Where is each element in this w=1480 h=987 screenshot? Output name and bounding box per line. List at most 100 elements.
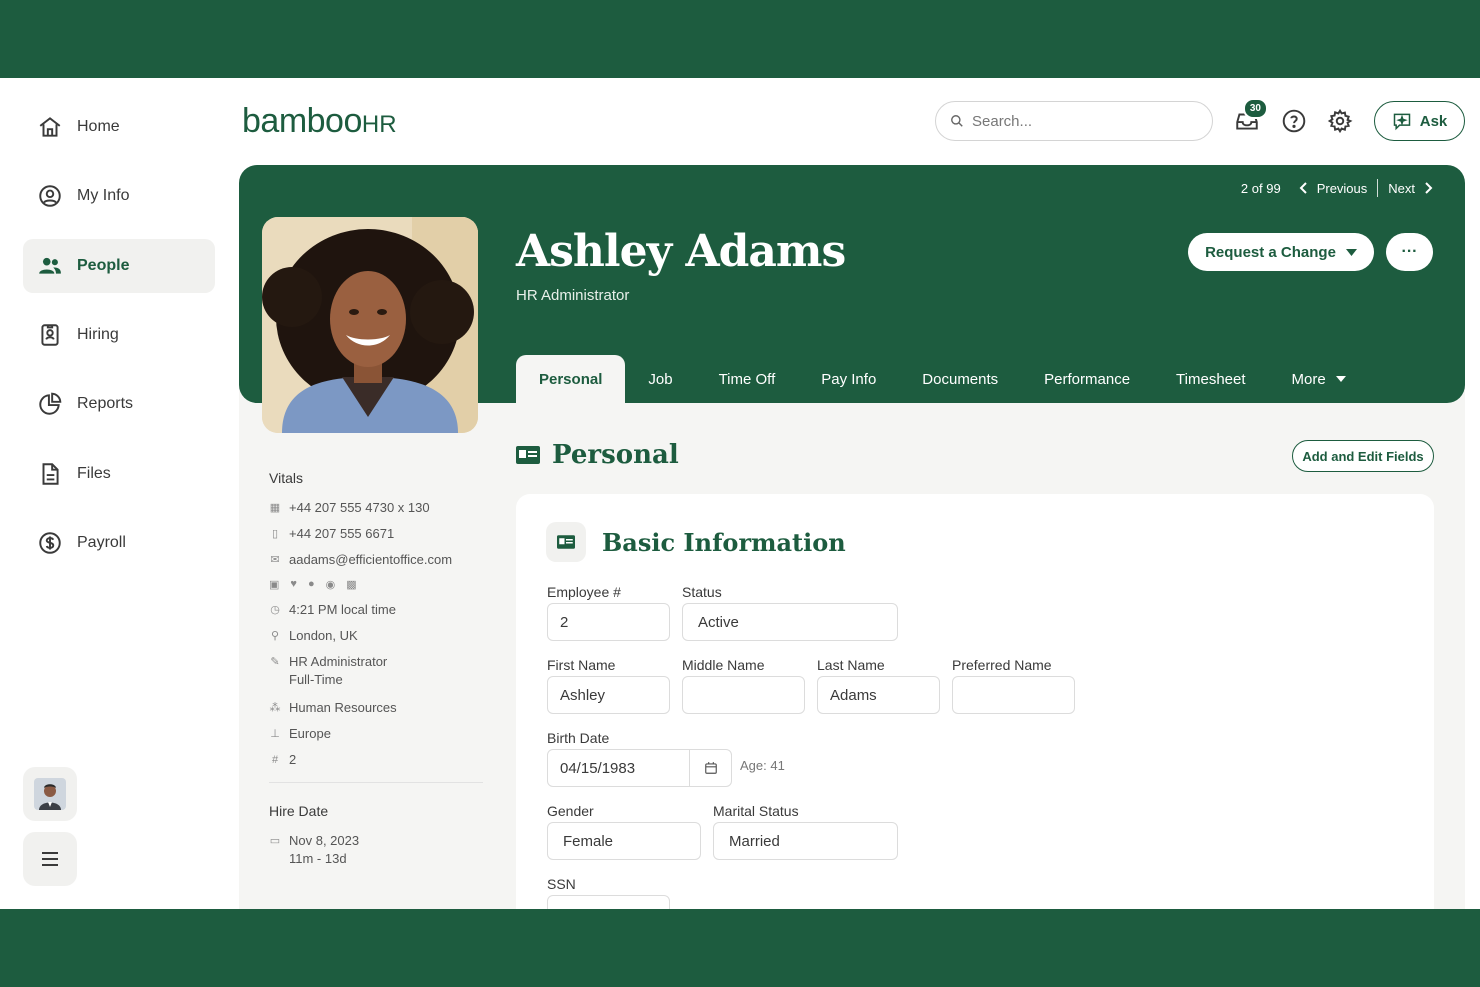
first-name-input[interactable]: Ashley: [547, 676, 670, 714]
tab-personal[interactable]: Personal: [516, 355, 626, 403]
user-avatar-button[interactable]: [23, 767, 77, 821]
next-label: Next: [1388, 180, 1415, 196]
id-card-icon: [546, 522, 586, 562]
gender-select[interactable]: Female: [547, 822, 701, 860]
hamburger-icon: [42, 852, 58, 866]
preferred-name-input[interactable]: [952, 676, 1075, 714]
next-button[interactable]: Next: [1388, 181, 1433, 196]
sidebar-item-label: Home: [77, 118, 120, 135]
hire-info: Nov 8, 2023 11m - 13d: [289, 833, 359, 869]
vitals-panel: Vitals ▦ +44 207 555 4730 x 130 ▯ +44 207 …: [269, 470, 483, 879]
request-change-button[interactable]: Request a Change: [1188, 233, 1374, 271]
sidebar-item-label: My Info: [77, 187, 130, 204]
sidebar-item-files[interactable]: Files: [23, 447, 215, 501]
people-icon: [39, 257, 61, 274]
add-edit-fields-button[interactable]: Add and Edit Fields: [1292, 440, 1434, 472]
employee-number-input[interactable]: 2: [547, 603, 670, 641]
field-label: Middle Name: [682, 657, 765, 673]
hamburger-menu-button[interactable]: [23, 832, 77, 886]
building-icon: ▦: [269, 502, 281, 514]
ellipsis-icon: ···: [1401, 243, 1418, 260]
personal-title: Personal: [552, 440, 679, 470]
tenure: 11m - 13d: [289, 851, 347, 866]
date-picker-button[interactable]: [689, 750, 731, 786]
search-bar[interactable]: [935, 101, 1213, 141]
chevron-right-icon: [1425, 182, 1433, 194]
birth-date-input[interactable]: 04/15/1983: [547, 749, 732, 787]
last-name-input[interactable]: Adams: [817, 676, 940, 714]
department-row: ⁂ Human Resources: [269, 700, 483, 716]
mobile-phone[interactable]: +44 207 555 6671: [289, 526, 394, 542]
logo-hr-text: HR: [361, 111, 397, 138]
twitter-icon[interactable]: ♥: [290, 578, 297, 591]
social-links: ▣ ♥ ● ◉ ▩: [269, 578, 483, 591]
hire-date-row: ▭ Nov 8, 2023 11m - 13d: [269, 833, 483, 869]
tab-performance[interactable]: Performance: [1021, 355, 1153, 403]
gear-icon: [1327, 108, 1353, 134]
sidebar-item-label: Files: [77, 465, 111, 482]
sidebar-item-label: People: [77, 257, 130, 274]
tab-timesheet[interactable]: Timesheet: [1153, 355, 1268, 403]
search-input[interactable]: [972, 112, 1192, 130]
marital-status-select[interactable]: Married: [713, 822, 898, 860]
tab-pay-info[interactable]: Pay Info: [798, 355, 899, 403]
calendar-icon: [704, 762, 717, 774]
job-row: ✎ HR Administrator Full-Time: [269, 654, 483, 690]
status-input[interactable]: Active: [682, 603, 898, 641]
status-field: Status Active: [682, 584, 898, 641]
tab-job[interactable]: Job: [625, 355, 695, 403]
job-info: HR Administrator Full-Time: [289, 654, 387, 690]
sidebar-item-reports[interactable]: Reports: [23, 377, 215, 431]
sidebar-item-payroll[interactable]: Payroll: [23, 516, 215, 570]
division-row: ⊥ Europe: [269, 726, 483, 742]
birth-date-value: 04/15/1983: [560, 759, 636, 777]
field-label: Preferred Name: [952, 657, 1052, 673]
sidebar-item-my-info[interactable]: My Info: [23, 169, 215, 223]
help-button[interactable]: [1277, 104, 1311, 138]
chevron-left-icon: [1299, 182, 1307, 194]
tab-documents[interactable]: Documents: [899, 355, 1021, 403]
department: Human Resources: [289, 700, 397, 715]
local-time-row: ◷ 4:21 PM local time: [269, 602, 483, 618]
caret-down-icon: [1345, 248, 1357, 256]
hire-date: Nov 8, 2023: [289, 833, 360, 848]
location-row: ⚲ London, UK: [269, 628, 483, 644]
field-label: Last Name: [817, 657, 885, 673]
marital-status-field: Marital Status Married: [713, 803, 898, 860]
field-label: SSN: [547, 876, 576, 892]
tab-time-off[interactable]: Time Off: [696, 355, 799, 403]
vitals-divider: [269, 782, 483, 783]
ssn-input[interactable]: [547, 895, 670, 909]
email-link[interactable]: aadams@efficientoffice.com: [289, 552, 452, 568]
linkedin-icon[interactable]: ▣: [269, 578, 279, 591]
instagram-icon[interactable]: ▩: [346, 578, 356, 591]
sidebar-item-people[interactable]: People: [23, 239, 215, 293]
more-actions-button[interactable]: ···: [1386, 233, 1433, 271]
previous-label: Previous: [1316, 180, 1368, 196]
org-chart-icon: ⊥: [270, 728, 280, 740]
work-phone[interactable]: +44 207 555 4730 x 130: [289, 500, 430, 516]
profile-photo: [262, 217, 478, 433]
pager-count: 2 of 99: [1240, 180, 1281, 196]
sidebar-item-home[interactable]: Home: [23, 100, 215, 154]
employee-number-field: Employee # 2: [547, 584, 670, 641]
ask-button[interactable]: Ask: [1374, 101, 1465, 141]
ssn-field: SSN: [547, 876, 670, 909]
settings-button[interactable]: [1323, 104, 1357, 138]
previous-button[interactable]: Previous: [1299, 180, 1368, 196]
sidebar: Home My Info People Hiring Reports Files…: [0, 78, 238, 909]
personal-section-title: Personal: [516, 440, 679, 470]
inbox-button[interactable]: 30: [1230, 98, 1268, 138]
dollar-icon: [39, 532, 61, 554]
sidebar-item-hiring[interactable]: Hiring: [23, 308, 215, 362]
bamboohr-logo[interactable]: bambooHR: [242, 102, 397, 141]
profile-pager: 2 of 99 Previous Next: [1241, 179, 1433, 197]
tab-more[interactable]: More: [1269, 355, 1369, 403]
age-display: Age: 41: [740, 758, 785, 773]
bottom-band: [0, 909, 1480, 987]
tab-more-label: More: [1291, 370, 1326, 388]
middle-name-input[interactable]: [682, 676, 805, 714]
facebook-icon[interactable]: ●: [308, 578, 315, 591]
pinterest-icon[interactable]: ◉: [326, 578, 336, 591]
pie-chart-icon: [39, 392, 62, 415]
